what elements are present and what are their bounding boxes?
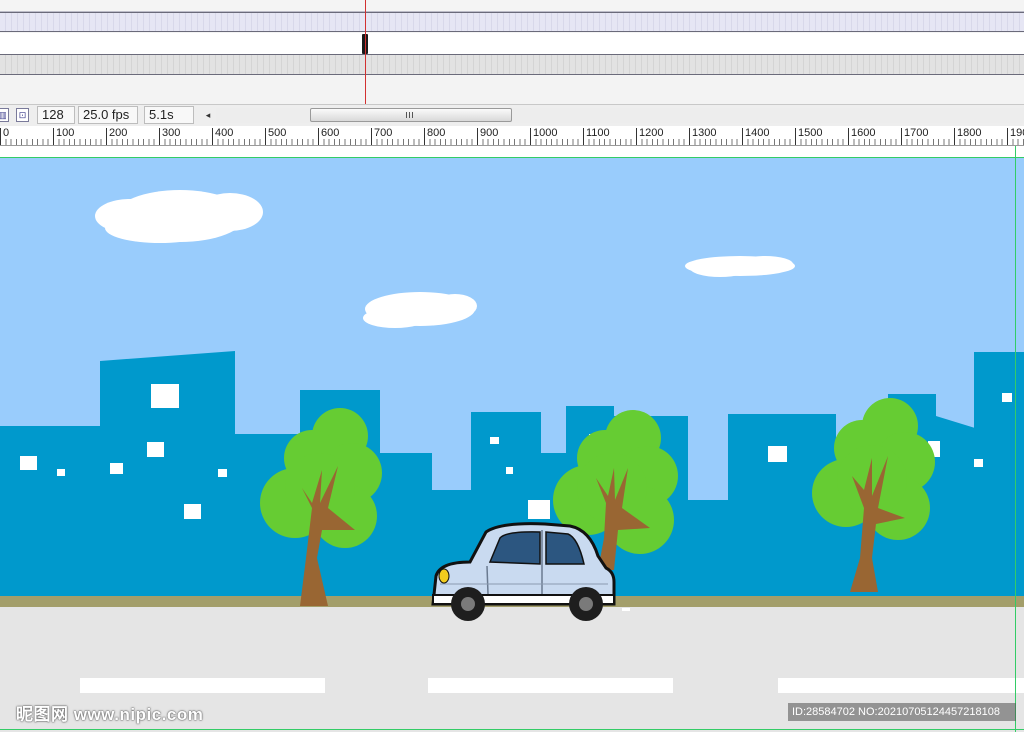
timeline-layer-row[interactable] <box>0 55 1024 75</box>
watermark-id: ID:28584702 NO:20210705124457218108 <box>788 703 1016 721</box>
playhead[interactable] <box>365 0 366 104</box>
ruler-label: 0 <box>0 128 9 145</box>
ruler-label: 500 <box>265 128 286 145</box>
ruler-label: 190 <box>1007 128 1024 145</box>
ruler-label: 1300 <box>689 128 716 145</box>
timeline-status-bar: ▥ ⊡ 128 25.0 fps 5.1s ◂ <box>0 104 1024 126</box>
timeline-layer-row[interactable] <box>0 12 1024 32</box>
center-frame-icon[interactable]: ⊡ <box>16 108 29 122</box>
ruler-label: 1200 <box>636 128 663 145</box>
timeline-header-row <box>0 0 1024 12</box>
horizontal-scrollbar-thumb[interactable] <box>310 108 512 122</box>
timeline-panel[interactable] <box>0 0 1024 104</box>
stage-guide-bottom <box>0 729 1024 730</box>
ruler-label: 700 <box>371 128 392 145</box>
elapsed-time-field: 5.1s <box>144 106 194 124</box>
ruler-label: 1500 <box>795 128 822 145</box>
timeline-layer-row-active[interactable] <box>0 33 1024 55</box>
ruler-label: 300 <box>159 128 180 145</box>
watermark-logo: 昵图网 www.nipic.com <box>16 705 204 724</box>
timeline-empty-area <box>0 76 1024 104</box>
animation-stage[interactable] <box>0 158 1024 732</box>
ruler-label: 400 <box>212 128 233 145</box>
stage-guide-top <box>0 157 1024 158</box>
ruler-label: 1600 <box>848 128 875 145</box>
lane-markings <box>80 678 1024 693</box>
ruler-label: 1400 <box>742 128 769 145</box>
horizontal-ruler: 0 100 200 300 400 500 600 700 800 900 1000 1100 1200… <box>0 126 1024 146</box>
scene-illustration <box>0 158 1024 732</box>
ruler-label: 900 <box>477 128 498 145</box>
scroll-grip-icon <box>406 112 414 118</box>
ruler-label: 1100 <box>583 128 610 145</box>
stage-guide-right <box>1015 146 1016 732</box>
ruler-label: 200 <box>106 128 127 145</box>
ruler-label: 800 <box>424 128 445 145</box>
frame-rate-field[interactable]: 25.0 fps <box>78 106 138 124</box>
scroll-left-arrow-icon[interactable]: ◂ <box>202 107 214 123</box>
ruler-label: 1800 <box>954 128 981 145</box>
current-frame-field: 128 <box>37 106 75 124</box>
ruler-label: 1700 <box>901 128 928 145</box>
ruler-label: 1000 <box>530 128 557 145</box>
ruler-label: 100 <box>53 128 74 145</box>
onion-skin-icon[interactable]: ▥ <box>0 108 9 122</box>
ruler-label: 600 <box>318 128 339 145</box>
